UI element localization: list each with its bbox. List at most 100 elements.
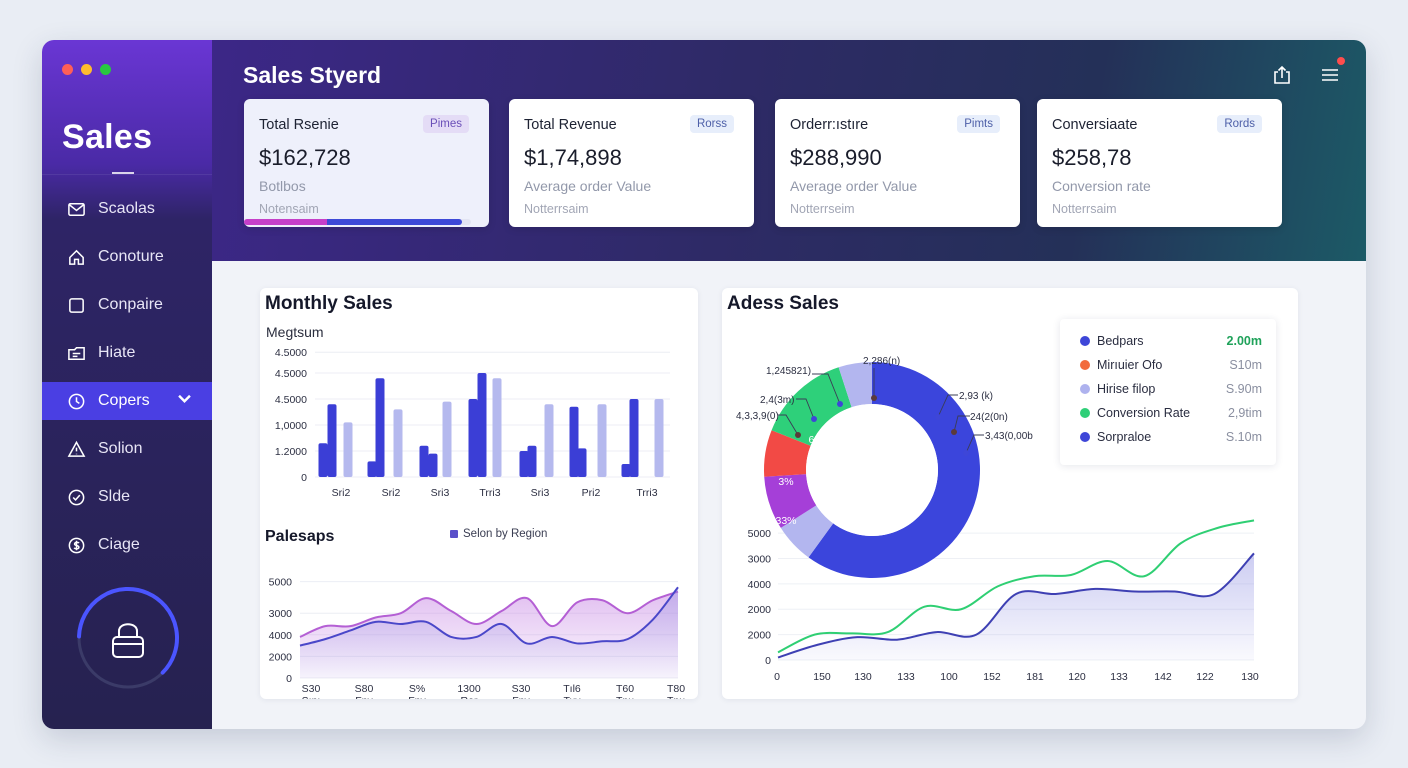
sidebar-item-ciage[interactable]: Ciage <box>42 526 212 564</box>
close-window-button[interactable] <box>62 64 73 75</box>
x-tick-label: Fnv <box>512 695 530 699</box>
kpi-subtitle: Average order Value <box>790 178 918 194</box>
maximize-window-button[interactable] <box>100 64 111 75</box>
bar <box>569 406 579 477</box>
lock-icon <box>112 623 144 658</box>
share-button[interactable] <box>1269 62 1295 88</box>
sidebar-item-hiate[interactable]: Hiate <box>42 334 212 372</box>
x-tick-label: 100 <box>940 671 958 683</box>
sidebar-item-scaolas[interactable]: Scaolas <box>42 190 212 228</box>
brand-title: Sales <box>62 118 153 156</box>
slice-label: 3% <box>778 476 793 488</box>
share-icon <box>1274 65 1290 84</box>
callout-label: 2,93 (k) <box>959 391 993 402</box>
kpi-footnote: Notterrsaim <box>1052 202 1117 216</box>
x-tick-label: 133 <box>1110 671 1128 683</box>
sidebar-item-label: Copers <box>98 392 150 409</box>
sidebar: Sales Scaolas Conoture Conpaire Hiate Co… <box>42 40 212 729</box>
legend-item[interactable]: Bedpars 2.00m <box>1080 329 1262 353</box>
kpi-card[interactable]: Total Revenue Rorss $1,74,898 Average or… <box>509 99 754 227</box>
bar <box>621 464 631 477</box>
x-tick-label: Trri3 <box>636 487 657 499</box>
kpi-card[interactable]: Conversiaate Rords $258,78 Conversion ra… <box>1037 99 1282 227</box>
bar <box>477 373 487 477</box>
x-tick-label: S% <box>409 683 425 695</box>
x-tick-label: 130 <box>1241 671 1259 683</box>
legend-swatch <box>1080 408 1090 418</box>
legend-value: 2,9tim <box>1227 406 1262 420</box>
legend-swatch <box>450 530 458 538</box>
y-tick-label: 4.5000 <box>275 347 307 359</box>
callout-label: 24(2(0n) <box>970 412 1008 423</box>
legend-value: S10m <box>1229 358 1262 372</box>
chevron-down-icon[interactable] <box>175 389 194 413</box>
kpi-badge[interactable]: Rords <box>1217 115 1262 133</box>
legend-item[interactable]: Hirise filop S.90m <box>1080 377 1262 401</box>
region-legend[interactable]: Selon by Region <box>450 528 547 540</box>
kpi-subtitle: Botlbos <box>259 178 306 194</box>
monthly-bar-chart: 0 1.2000 1,0000 4.5000 4.5000 4.5000 Sri2 Sri2 S… <box>275 347 670 499</box>
sidebar-item-slde[interactable]: Slde <box>42 478 212 516</box>
sidebar-item-conoture[interactable]: Conoture <box>42 238 212 276</box>
panel-title: Monthly Sales <box>265 293 393 314</box>
square-icon <box>66 295 86 315</box>
y-tick-label: 4000 <box>748 579 772 591</box>
minimize-window-button[interactable] <box>81 64 92 75</box>
bar <box>629 399 639 477</box>
legend-swatch <box>1080 432 1090 442</box>
sidebar-item-conpaire[interactable]: Conpaire <box>42 286 212 324</box>
legend-item[interactable]: Sorpraloe S.10m <box>1080 425 1262 449</box>
legend-value: S.90m <box>1225 382 1262 396</box>
sidebar-nav: Scaolas Conoture Conpaire Hiate Copers S… <box>42 190 212 574</box>
legend-value: S.10m <box>1225 430 1262 444</box>
x-tick-label: Sri3 <box>531 487 550 499</box>
bar <box>393 409 403 477</box>
sidebar-item-copers[interactable]: Copers <box>42 382 212 420</box>
legend-item[interactable]: Conversion Rate 2,9tim <box>1080 401 1262 425</box>
legend-value: 2.00m <box>1226 334 1262 348</box>
callout-dot <box>935 414 941 420</box>
x-tick-label: 120 <box>1068 671 1086 683</box>
alert-icon <box>66 439 86 459</box>
bar <box>343 422 353 477</box>
x-tick-label: 130 <box>854 671 872 683</box>
x-tick-label: Trri3 <box>479 487 500 499</box>
page-title: Sales Styerd <box>243 62 382 88</box>
x-tick-label: S30 <box>302 683 321 695</box>
bar <box>519 451 529 477</box>
y-tick-label: 5000 <box>269 577 293 589</box>
kpi-footnote: Notterrsaim <box>524 202 589 216</box>
menu-icon <box>1322 69 1338 81</box>
kpi-card[interactable]: Orderr:ıstıre Pimts $288,990 Average ord… <box>775 99 1020 227</box>
menu-button[interactable] <box>1317 57 1345 88</box>
x-tick-label: 142 <box>1154 671 1172 683</box>
legend-item[interactable]: Mirıuier Ofo S10m <box>1080 353 1262 377</box>
kpi-badge[interactable]: Rorss <box>689 115 734 133</box>
x-tick-label: Sını <box>302 695 321 699</box>
kpi-badge[interactable]: Pimts <box>957 115 1000 133</box>
x-tick-label: Rer <box>461 695 478 699</box>
y-tick-label: 5000 <box>748 528 772 540</box>
kpi-value: $162,728 <box>259 145 351 170</box>
slice-label: 65% <box>808 434 829 446</box>
progress-gauge[interactable] <box>76 586 180 690</box>
y-tick-label: 4.5000 <box>275 368 307 380</box>
sidebar-item-label: Conpaire <box>98 296 163 313</box>
legend-label: Conversion Rate <box>1097 406 1191 420</box>
kpi-value: $288,990 <box>790 145 882 170</box>
bar <box>577 448 587 477</box>
bar <box>367 461 377 477</box>
x-tick-label: Tnu <box>616 695 634 699</box>
sidebar-item-label: Hiate <box>98 344 136 361</box>
y-tick-label: 1,0000 <box>275 420 307 432</box>
sidebar-item-label: Conoture <box>98 248 164 265</box>
y-tick-label: 2000 <box>748 604 772 616</box>
kpi-card[interactable]: Total Rsenie Pimes $162,728 Botlbos Note… <box>244 99 489 227</box>
kpi-badge[interactable]: Pimes <box>423 115 469 133</box>
sidebar-item-solion[interactable]: Solion <box>42 430 212 468</box>
y-tick-label: 4000 <box>269 630 293 642</box>
y-tick-label: 3000 <box>269 608 293 620</box>
x-tick-label: T80 <box>667 683 685 695</box>
x-tick-label: Tıl6 <box>563 683 581 695</box>
donut-hole <box>806 404 938 536</box>
